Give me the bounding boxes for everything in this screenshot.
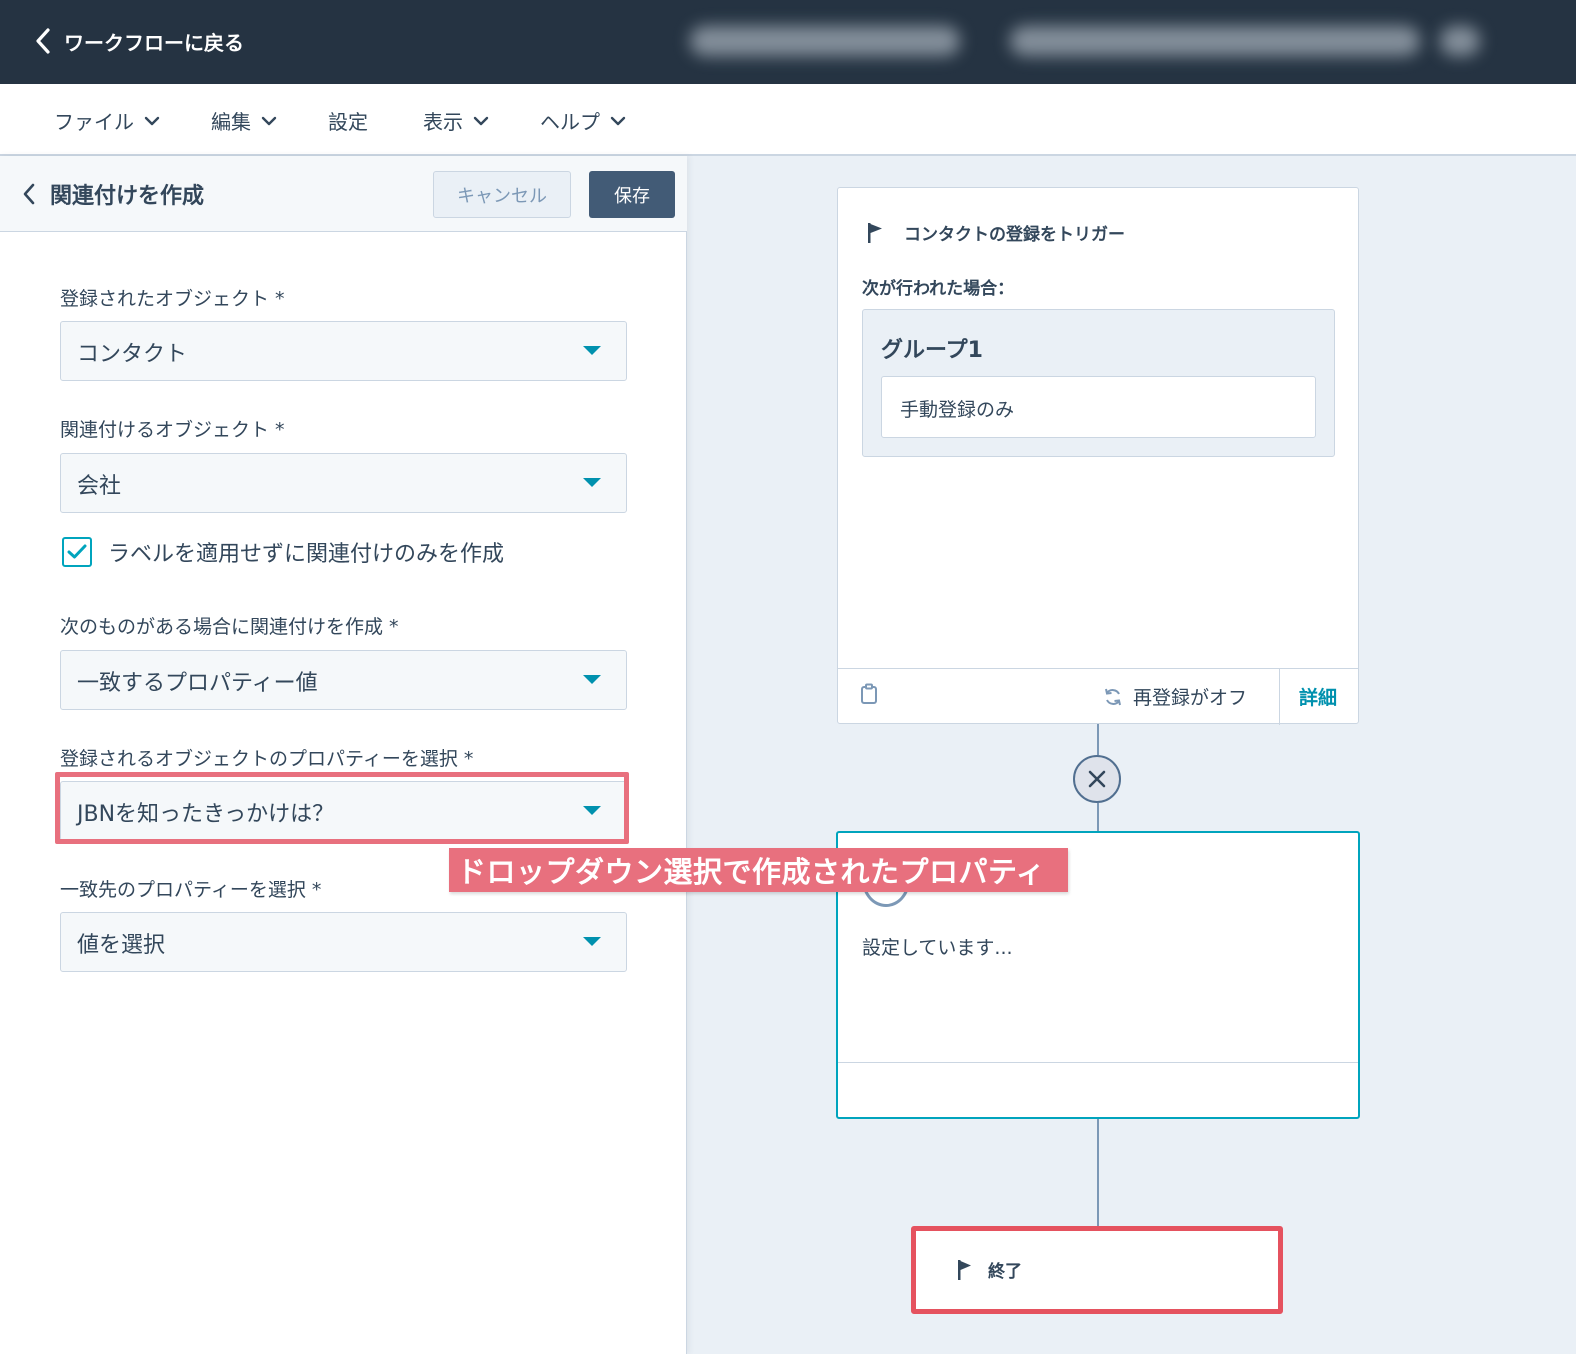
delete-step-button[interactable] [1073,755,1121,803]
connector-line [1097,1119,1099,1226]
menu-bar: ファイル 編集 設定 表示 ヘルプ [0,84,1576,156]
footer-divider [1279,669,1280,725]
caret-down-icon [583,346,601,355]
chevron-down-icon [610,116,626,125]
menu-edit-label: 編集 [211,110,251,134]
close-icon [1088,770,1106,788]
menu-file-label: ファイル [54,110,134,134]
menu-settings-label: 設定 [328,110,368,134]
chevron-left-icon [23,183,35,205]
cancel-button[interactable]: キャンセル [433,171,571,218]
group-title: グループ1 [881,338,983,363]
menu-file[interactable]: ファイル [54,106,160,135]
enrolled-object-label: 登録されたオブジェクト * [60,288,285,310]
caret-down-icon [583,937,601,946]
enrolled-object-select[interactable]: コンタクト [60,321,627,381]
enrolled-property-label: 登録されるオブジェクトのプロパティーを選択 * [60,748,474,770]
checkmark-icon [67,544,87,559]
enrolled-property-select[interactable]: JBNを知ったきっかけは？ [60,781,627,841]
trigger-title: コンタクトの登録をトリガー [904,225,1125,245]
refresh-icon [1105,688,1121,705]
association-only-checkbox[interactable] [62,537,92,567]
caret-down-icon [583,675,601,684]
menu-view[interactable]: 表示 [423,106,489,135]
match-property-select[interactable]: 値を選択 [60,912,627,972]
end-card: 終了 [911,1226,1283,1314]
trigger-card-footer: 再登録がオフ 詳細 [838,668,1358,725]
flag-icon [958,1259,971,1280]
annotation-label: ドロップダウン選択で作成されたプロパティ [449,848,1068,892]
enrolled-property-value: JBNを知ったきっかけは？ [77,802,335,827]
menu-edit[interactable]: 編集 [211,106,277,135]
reenrollment-label: 再登録がオフ [1133,687,1248,709]
associated-object-label: 関連付けるオブジェクト * [60,419,285,441]
menu-view-label: 表示 [423,110,463,134]
save-button[interactable]: 保存 [589,171,675,218]
associated-object-value: 会社 [77,474,122,499]
blurred-extra [1440,26,1480,56]
blurred-workflow-status [1010,26,1420,56]
details-link[interactable]: 詳細 [1299,683,1337,710]
chevron-down-icon [473,116,489,125]
filter-item-label: 手動登録のみ [900,399,1015,421]
chevron-down-icon [144,116,160,125]
associated-object-select[interactable]: 会社 [60,453,627,513]
connector-line [1097,803,1099,831]
back-to-workflows-link[interactable]: ワークフローに戻る [34,26,244,56]
trigger-subtitle: 次が行われた場合： [862,279,1015,299]
top-bar: ワークフローに戻る [0,0,1576,84]
enrolled-object-value: コンタクト [77,342,188,367]
filter-group: グループ1 手動登録のみ [862,309,1335,457]
trigger-card-header: コンタクトの登録をトリガー [866,220,1125,245]
connector-line [1097,724,1099,755]
panel-back-button[interactable]: 関連付けを作成 [22,178,204,210]
trigger-card[interactable]: コンタクトの登録をトリガー 次が行われた場合： グループ1 手動登録のみ 再登録… [837,187,1359,725]
association-condition-select[interactable]: 一致するプロパティー値 [60,650,627,710]
back-link-label: ワークフローに戻る [64,30,244,55]
match-property-value: 値を選択 [77,933,166,958]
create-association-panel: 関連付けを作成 キャンセル 保存 登録されたオブジェクト * コンタクト 関連付… [0,156,687,1354]
menu-settings[interactable]: 設定 [328,106,368,135]
menu-help-label: ヘルプ [540,110,600,134]
association-only-label: ラベルを適用せずに関連付けのみを作成 [108,542,505,567]
clipboard-icon[interactable] [860,683,878,705]
caret-down-icon [583,478,601,487]
end-label: 終了 [988,1262,1022,1282]
menu-help[interactable]: ヘルプ [540,106,626,135]
association-only-checkbox-row[interactable]: ラベルを適用せずに関連付けのみを作成 [62,536,504,568]
association-condition-label: 次のものがある場合に関連付けを作成 * [60,616,399,638]
end-card-content: 終了 [956,1257,1022,1282]
panel-title: 関連付けを作成 [50,184,205,209]
chevron-down-icon [261,116,277,125]
action-status-text: 設定しています... [862,937,1013,959]
caret-down-icon [583,806,601,815]
panel-header: 関連付けを作成 キャンセル 保存 [0,156,687,232]
chevron-left-icon [36,28,50,54]
match-property-label: 一致先のプロパティーを選択 * [60,879,322,901]
reenrollment-status[interactable]: 再登録がオフ [1103,683,1247,710]
blurred-workflow-name [690,26,960,56]
action-card-divider [838,1062,1358,1063]
association-condition-value: 一致するプロパティー値 [77,671,318,696]
flag-icon [868,222,882,243]
filter-item[interactable]: 手動登録のみ [881,376,1316,438]
